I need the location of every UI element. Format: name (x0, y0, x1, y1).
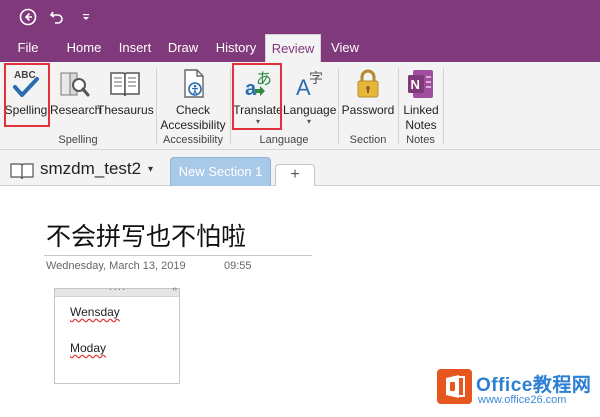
onenote-linked-notes-icon: N (408, 70, 433, 98)
watermark-url: www.office26.com (478, 394, 567, 406)
notebook-bar: smzdm_test2 ▾ New Section 1 + (0, 150, 600, 186)
page-title[interactable]: 不会拼写也不怕啦 (46, 217, 246, 253)
language-label: Language (283, 103, 337, 117)
translate-highlight-box (232, 63, 282, 130)
group-label-accessibility: Accessibility (163, 134, 223, 146)
accessibility-icon (184, 69, 204, 98)
notebook-caret-icon[interactable]: ▾ (148, 164, 153, 175)
thesaurus-book-icon (110, 72, 140, 97)
group-label-notes: Notes (406, 134, 435, 146)
spelling-highlight-box (4, 63, 50, 127)
ribbon-tab-row: File Home Insert Draw History Review Vie… (0, 34, 600, 63)
group-separator (338, 68, 339, 144)
padlock-icon (357, 69, 379, 98)
check-accessibility-button[interactable]: Check Accessibility (158, 65, 228, 132)
note-container-handle[interactable]: ···· ‹› (55, 284, 179, 297)
ribbon-review: ABC Spelling Research Thesaurus Spelling (0, 62, 600, 150)
tab-file[interactable]: File (9, 34, 47, 62)
check-accessibility-label-1: Check (175, 103, 210, 117)
watermark-title: Office教程网 (476, 375, 592, 396)
tab-review[interactable]: Review (265, 34, 321, 63)
tab-draw[interactable]: Draw (163, 34, 203, 62)
page-date: Wednesday, March 13, 2019 (46, 260, 186, 272)
group-separator (230, 68, 231, 144)
resize-arrows-icon[interactable]: ‹› (172, 286, 177, 293)
svg-text:字: 字 (309, 71, 323, 87)
group-separator (398, 68, 399, 144)
tab-view[interactable]: View (327, 34, 363, 62)
linked-notes-button[interactable]: N Linked Notes (400, 65, 442, 132)
thesaurus-button[interactable]: Thesaurus (97, 65, 154, 131)
research-button[interactable]: Research (50, 65, 102, 131)
group-separator (443, 68, 444, 144)
group-label-section: Section (349, 134, 387, 146)
tab-home[interactable]: Home (61, 34, 107, 62)
group-label-spelling: Spelling (58, 134, 98, 146)
drag-handle-icon[interactable]: ···· (109, 284, 126, 295)
undo-icon[interactable] (46, 6, 68, 28)
qat-customize-icon[interactable] (75, 6, 97, 28)
group-label-language: Language (259, 134, 309, 146)
note-line-misspelled[interactable]: Moday (70, 341, 106, 355)
title-divider (44, 255, 312, 256)
linked-notes-label-1: Linked (403, 103, 439, 117)
check-accessibility-label-2: Accessibility (160, 118, 226, 132)
office-logo-icon (437, 369, 472, 404)
thesaurus-label: Thesaurus (97, 103, 154, 117)
note-line-misspelled[interactable]: Wensday (70, 305, 120, 319)
back-circle-icon[interactable] (17, 6, 39, 28)
section-tab-new-section-1[interactable]: New Section 1 (170, 157, 271, 186)
section-tab-label: New Section 1 (178, 164, 263, 179)
linked-notes-label-2: Notes (405, 118, 437, 132)
group-separator (156, 68, 157, 144)
add-section-button[interactable]: + (275, 164, 315, 186)
research-label: Research (50, 103, 102, 117)
tab-history[interactable]: History (211, 34, 261, 62)
language-button[interactable]: A 字 Language ▾ (283, 65, 337, 131)
research-icon (60, 72, 90, 97)
note-container[interactable]: ···· ‹› Wensday Moday (54, 284, 180, 384)
page-time: 09:55 (224, 260, 252, 272)
notebook-name[interactable]: smzdm_test2 (40, 159, 141, 179)
svg-text:N: N (411, 77, 420, 92)
language-icon: A 字 (296, 71, 323, 100)
tab-insert[interactable]: Insert (113, 34, 157, 62)
password-label: Password (341, 103, 395, 117)
title-bar (0, 0, 600, 34)
language-caret-icon: ▾ (306, 117, 311, 126)
password-button[interactable]: Password (341, 65, 395, 131)
notebook-icon[interactable] (10, 162, 34, 180)
